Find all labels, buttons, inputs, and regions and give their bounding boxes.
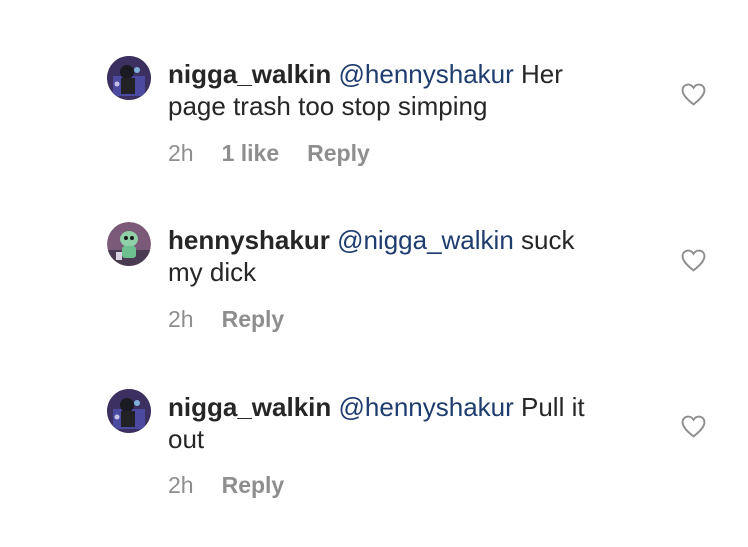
comment-text: hennyshakur @nigga_walkin suck my dick — [168, 224, 638, 288]
comment-text: nigga_walkin @hennyshakur Her page trash… — [168, 58, 638, 122]
comment-body-line2: page trash too stop simping — [168, 91, 488, 121]
reply-button[interactable]: Reply — [222, 472, 285, 498]
reply-button[interactable]: Reply — [307, 140, 370, 166]
comment-mention[interactable]: @hennyshakur — [339, 392, 514, 422]
comment-body-line1: Her — [513, 59, 563, 89]
comment-body-line1: Pull it — [513, 392, 585, 422]
avatar[interactable] — [107, 389, 151, 433]
comment-username[interactable]: hennyshakur — [168, 225, 330, 255]
comment-text: nigga_walkin @hennyshakur Pull it out — [168, 391, 638, 455]
heart-icon[interactable] — [681, 83, 706, 106]
comment-body-line1: suck — [513, 225, 575, 255]
comment-mention[interactable]: @hennyshakur — [339, 59, 514, 89]
user-avatar-icon — [107, 222, 151, 266]
comment-meta: 2h 1 like Reply — [168, 139, 398, 167]
heart-icon[interactable] — [681, 415, 706, 438]
comment-time: 2h — [168, 140, 194, 166]
user-avatar-icon — [107, 389, 151, 433]
comment-username[interactable]: nigga_walkin — [168, 392, 331, 422]
comment-username[interactable]: nigga_walkin — [168, 59, 331, 89]
comment-mention[interactable]: @nigga_walkin — [337, 225, 514, 255]
reply-button[interactable]: Reply — [222, 306, 285, 332]
comment-time: 2h — [168, 472, 194, 498]
heart-icon[interactable] — [681, 249, 706, 272]
comment-body-line2: my dick — [168, 257, 257, 287]
comment-time: 2h — [168, 306, 194, 332]
avatar[interactable] — [107, 222, 151, 266]
avatar[interactable] — [107, 56, 151, 100]
comment-meta: 2h Reply — [168, 471, 312, 499]
comment-meta: 2h Reply — [168, 305, 312, 333]
comment-likes[interactable]: 1 like — [222, 140, 280, 166]
user-avatar-icon — [107, 56, 151, 100]
comment-body-line2: out — [168, 424, 205, 454]
